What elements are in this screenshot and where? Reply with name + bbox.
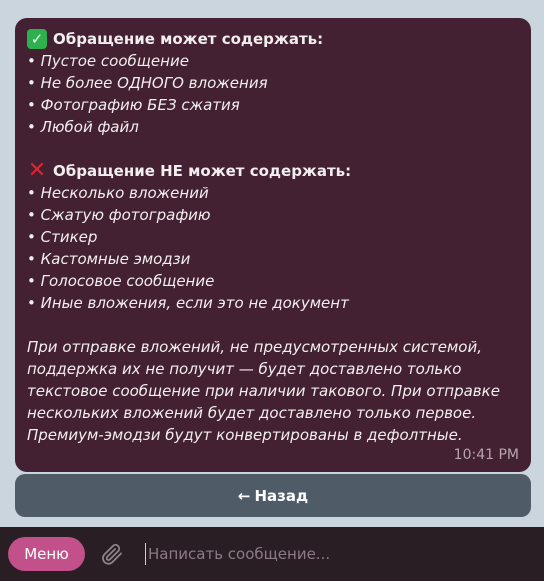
list-item: • Стикер bbox=[27, 228, 98, 246]
text-cursor bbox=[145, 543, 146, 565]
paperclip-icon[interactable] bbox=[99, 541, 125, 567]
chat-area: ✓ Обращение может содержать: • Пустое со… bbox=[0, 0, 544, 527]
message-input[interactable] bbox=[148, 545, 508, 563]
back-arrow-icon: ← bbox=[237, 486, 251, 505]
note-line: поддержка их не получит — будет доставле… bbox=[27, 360, 462, 378]
list-item: • Любой файл bbox=[27, 118, 139, 136]
cross-mark-icon: ✕ bbox=[27, 158, 47, 183]
cannot-heading-row: ✕ Обращение НЕ может содержать: bbox=[27, 160, 519, 182]
input-bar: Меню bbox=[0, 527, 544, 581]
note-line: текстовое сообщение при наличии такового… bbox=[27, 382, 500, 400]
note-line: нескольких вложений будет доставлено тол… bbox=[27, 404, 477, 422]
message-bubble: ✓ Обращение может содержать: • Пустое со… bbox=[15, 18, 531, 472]
back-button[interactable]: ← Назад bbox=[15, 474, 531, 517]
check-mark-icon: ✓ bbox=[27, 29, 47, 49]
message-timestamp: 10:41 PM bbox=[453, 447, 519, 463]
note-line: Премиум-эмодзи будут конвертированы в де… bbox=[27, 426, 463, 444]
menu-button[interactable]: Меню bbox=[8, 537, 85, 571]
list-item: • Кастомные эмодзи bbox=[27, 250, 191, 268]
list-item: • Несколько вложений bbox=[27, 184, 209, 202]
list-item: • Не более ОДНОГО вложения bbox=[27, 74, 268, 92]
list-item: • Сжатую фотографию bbox=[27, 206, 211, 224]
can-heading: Обращение может содержать: bbox=[53, 30, 324, 48]
cannot-heading: Обращение НЕ может содержать: bbox=[53, 162, 352, 180]
list-item: • Фотографию БЕЗ сжатия bbox=[27, 96, 240, 114]
back-button-label: Назад bbox=[254, 486, 309, 505]
can-heading-row: ✓ Обращение может содержать: bbox=[27, 28, 519, 50]
list-item: • Голосовое сообщение bbox=[27, 272, 215, 290]
list-item: • Пустое сообщение bbox=[27, 52, 189, 70]
list-item: • Иные вложения, если это не документ bbox=[27, 294, 349, 312]
note-line: При отправке вложений, не предусмотренны… bbox=[27, 338, 482, 356]
